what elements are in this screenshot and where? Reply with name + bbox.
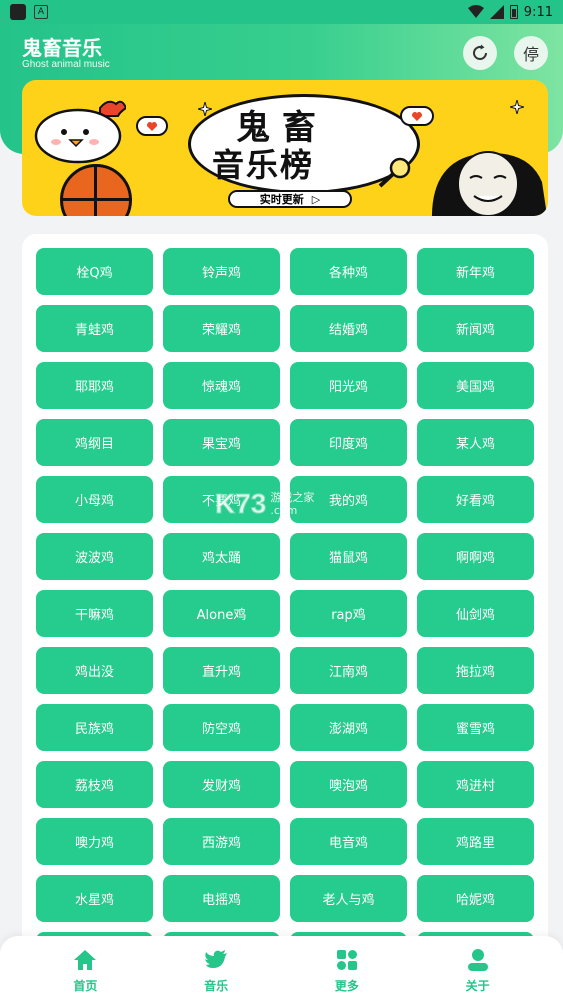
chicken-illustration — [34, 100, 126, 164]
sparkle-icon — [198, 102, 212, 116]
tag-button[interactable]: 猫鼠鸡 — [290, 533, 407, 580]
realtime-update-pill: 实时更新 ▷ — [228, 190, 352, 208]
watermark-line1: 游戏之家 — [270, 491, 315, 504]
a-notification-icon: A — [34, 5, 48, 19]
tag-button[interactable]: 惊魂鸡 — [163, 362, 280, 409]
tag-button[interactable]: 栓Q鸡 — [36, 248, 153, 295]
tag-button[interactable]: 干嘛鸡 — [36, 590, 153, 637]
heart-bubble-icon — [136, 116, 168, 136]
tag-button[interactable]: 鸡纲目 — [36, 419, 153, 466]
status-bar: A 9:11 — [0, 0, 563, 24]
tag-button[interactable]: 噢泡鸡 — [290, 761, 407, 808]
tag-button[interactable]: 澎湖鸡 — [290, 704, 407, 751]
watermark-text: 游戏之家 .com — [270, 491, 314, 517]
pill-text: 实时更新 — [259, 193, 304, 206]
tag-button[interactable]: 哈妮鸡 — [417, 875, 534, 922]
nav-label-about: 关于 — [465, 978, 490, 993]
tag-button[interactable]: Alone鸡 — [163, 590, 280, 637]
basketball-illustration — [60, 164, 132, 216]
tag-button[interactable]: 各种鸡 — [290, 248, 407, 295]
tag-button[interactable]: rap鸡 — [290, 590, 407, 637]
app-notification-icon — [10, 4, 26, 20]
tag-button[interactable]: 电摇鸡 — [163, 875, 280, 922]
banner-title-line2: 音乐榜 — [212, 146, 315, 184]
tag-button[interactable]: 新年鸡 — [417, 248, 534, 295]
status-time: 9:11 — [523, 4, 553, 20]
nav-item-home[interactable]: 首页 — [45, 947, 125, 994]
tag-button[interactable]: 新闻鸡 — [417, 305, 534, 352]
tag-button[interactable]: 仙剑鸡 — [417, 590, 534, 637]
tag-button[interactable]: 结婚鸡 — [290, 305, 407, 352]
watermark-line2: .com — [270, 504, 298, 517]
battery-icon — [509, 5, 518, 19]
tag-grid: 栓Q鸡 铃声鸡 各种鸡 新年鸡青蛙鸡 荣耀鸡 结婚鸡 新闻鸡耶耶鸡 惊魂鸡 阳光鸡 美国鸡鸡纲目果… — [36, 248, 534, 979]
app-title: 鬼畜音乐 — [22, 36, 102, 60]
refresh-button[interactable] — [463, 36, 497, 70]
nav-label-music: 音乐 — [204, 978, 229, 993]
nav-item-more[interactable]: 更多 — [307, 947, 387, 994]
tag-button[interactable]: 噢力鸡 — [36, 818, 153, 865]
heart-bubble-right-icon — [400, 106, 434, 126]
tag-button[interactable]: 西游鸡 — [163, 818, 280, 865]
tag-button[interactable]: 某人鸡 — [417, 419, 534, 466]
status-right: 9:11 — [467, 4, 553, 20]
sparkle-icon — [510, 100, 524, 114]
watermark: K73 游戏之家 .com — [214, 486, 365, 522]
tag-button[interactable]: 果宝鸡 — [163, 419, 280, 466]
refresh-icon — [473, 44, 487, 60]
tag-button[interactable]: 波波鸡 — [36, 533, 153, 580]
tag-button[interactable]: 青蛙鸡 — [36, 305, 153, 352]
tag-button[interactable]: 江南鸡 — [290, 647, 407, 694]
ranking-banner[interactable]: 鬼畜 音乐榜 实时更新 ▷ — [22, 80, 548, 216]
play-arrow-icon: ▷ — [311, 192, 321, 206]
tag-button[interactable]: 蜜雪鸡 — [417, 704, 534, 751]
user-icon — [467, 948, 488, 971]
tag-button[interactable]: 电音鸡 — [290, 818, 407, 865]
tag-button[interactable]: 阳光鸡 — [290, 362, 407, 409]
tag-button[interactable]: 鸡进村 — [417, 761, 534, 808]
tag-button[interactable]: 好看鸡 — [417, 476, 534, 523]
tag-button[interactable]: 鸡出没 — [36, 647, 153, 694]
stop-button[interactable]: 停 — [514, 36, 548, 70]
watermark-brand: K73 — [214, 488, 267, 520]
tag-button[interactable]: 拖拉鸡 — [417, 647, 534, 694]
nav-item-about[interactable]: 关于 — [438, 947, 518, 994]
signal-icon — [489, 5, 504, 19]
tag-button[interactable]: 印度鸡 — [290, 419, 407, 466]
status-left: A — [10, 4, 48, 20]
tag-button[interactable]: 美国鸡 — [417, 362, 534, 409]
home-icon — [74, 949, 97, 970]
nav-item-music[interactable]: 音乐 — [176, 947, 256, 994]
more-icon — [336, 949, 357, 970]
wifi-icon — [467, 5, 484, 18]
tag-button[interactable]: 耶耶鸡 — [36, 362, 153, 409]
nav-label-home: 首页 — [73, 978, 98, 993]
tag-panel: 栓Q鸡 铃声鸡 各种鸡 新年鸡青蛙鸡 荣耀鸡 结婚鸡 新闻鸡耶耶鸡 惊魂鸡 阳光鸡 美国鸡鸡纲目果… — [22, 234, 548, 994]
tag-button[interactable]: 老人与鸡 — [290, 875, 407, 922]
tag-button[interactable]: 防空鸡 — [163, 704, 280, 751]
tag-button[interactable]: 啊啊鸡 — [417, 533, 534, 580]
tag-button[interactable]: 荔枝鸡 — [36, 761, 153, 808]
tag-button[interactable]: 水星鸡 — [36, 875, 153, 922]
tag-button[interactable]: 小母鸡 — [36, 476, 153, 523]
tag-button[interactable]: 民族鸡 — [36, 704, 153, 751]
tag-button[interactable]: 铃声鸡 — [163, 248, 280, 295]
nav-label-more: 更多 — [334, 978, 359, 993]
tag-button[interactable]: 直升鸡 — [163, 647, 280, 694]
magnifier-icon — [378, 157, 411, 188]
twitter-bird-icon — [205, 949, 228, 968]
meme-face-illustration — [432, 151, 548, 216]
tag-button[interactable]: 荣耀鸡 — [163, 305, 280, 352]
tag-button[interactable]: 鸡路里 — [417, 818, 534, 865]
bottom-nav: 首页 音乐 更多 关于 — [0, 936, 563, 1004]
tag-button[interactable]: 鸡太踊 — [163, 533, 280, 580]
app-subtitle: Ghost animal music — [22, 59, 110, 70]
tag-button[interactable]: 发财鸡 — [163, 761, 280, 808]
